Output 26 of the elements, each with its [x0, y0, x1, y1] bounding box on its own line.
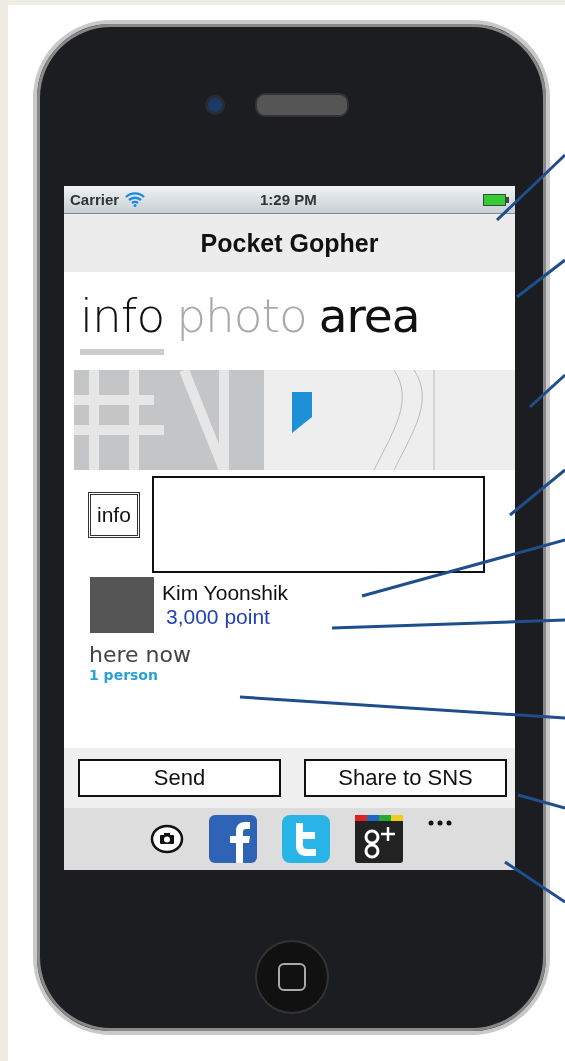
wifi-icon — [125, 192, 146, 207]
google-plus-icon[interactable] — [355, 815, 403, 863]
carrier-label: Carrier — [70, 191, 120, 208]
leader-line — [516, 258, 565, 299]
leader-line — [495, 153, 565, 222]
leader-line — [504, 860, 565, 904]
leader-line — [509, 468, 565, 517]
info-label: info — [88, 492, 140, 538]
battery-icon — [483, 193, 509, 206]
tab[interactable]: info — [80, 287, 165, 355]
user-name: Kim Yoonshik — [162, 581, 289, 605]
here-now-title: here now — [89, 642, 192, 667]
tab[interactable]: area — [318, 287, 420, 355]
camera-lens-icon — [204, 95, 225, 115]
photo-placeholder — [90, 577, 154, 633]
screen-title: Pocket Gopher — [200, 228, 379, 258]
more-icon[interactable] — [428, 820, 452, 826]
user-points: 3,000 point — [166, 605, 271, 629]
action-button[interactable]: Share to SNS — [304, 759, 507, 797]
status-time: 1:29 PM — [259, 191, 318, 208]
facebook-icon[interactable] — [209, 815, 257, 863]
action-button[interactable]: Send — [78, 759, 281, 797]
camera-icon[interactable] — [150, 824, 184, 854]
leader-line — [529, 373, 565, 409]
leader-line — [517, 793, 565, 810]
here-now-count: 1 person — [89, 667, 159, 683]
